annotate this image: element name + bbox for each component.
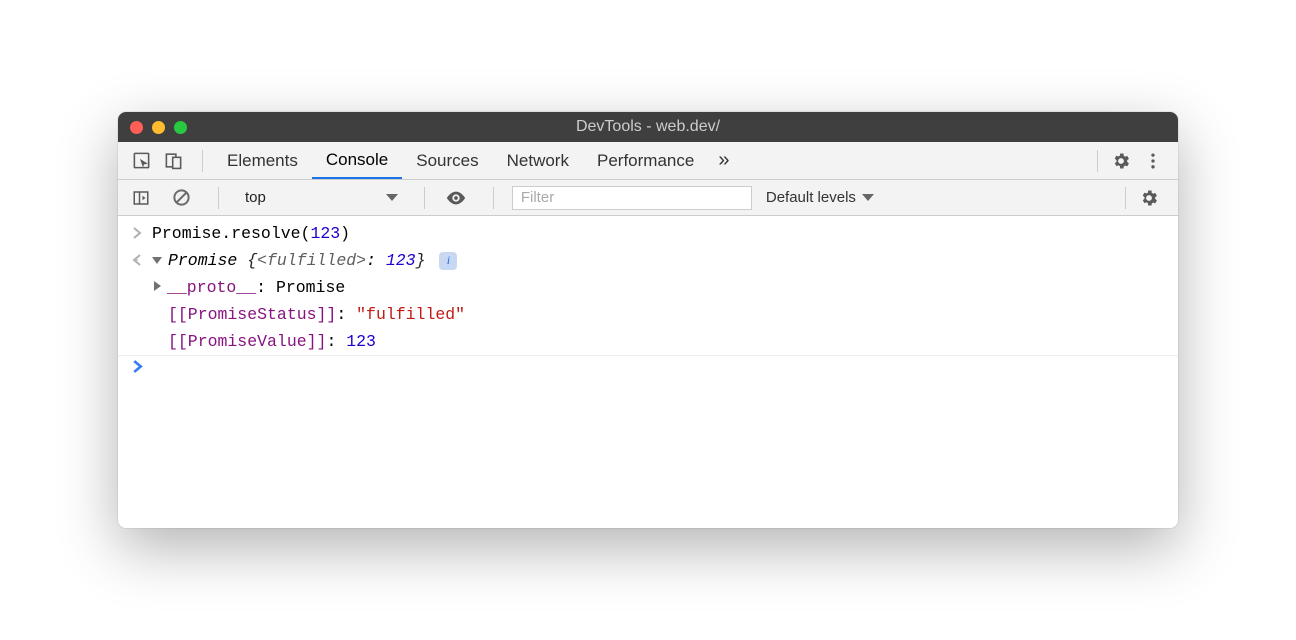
console-input-line[interactable]: Promise.resolve(123) [118, 220, 1178, 247]
context-label: top [245, 189, 266, 206]
expand-caret-icon[interactable] [152, 257, 162, 264]
divider [424, 187, 425, 209]
panel-tabbar: Elements Console Sources Network Perform… [118, 142, 1178, 180]
console-toolbar: top Default levels [118, 180, 1178, 216]
filter-input[interactable] [512, 186, 752, 210]
console-settings-icon[interactable] [1136, 185, 1162, 211]
info-badge-icon[interactable]: i [439, 252, 457, 270]
titlebar: DevTools - web.dev/ [118, 112, 1178, 142]
context-selector[interactable]: top [237, 186, 406, 210]
live-expression-icon[interactable] [443, 185, 469, 211]
console-prompt-line[interactable] [118, 356, 1178, 383]
maximize-button[interactable] [174, 121, 187, 134]
inspect-element-icon[interactable] [128, 148, 154, 174]
traffic-lights [130, 121, 187, 134]
console-status-line[interactable]: [[PromiseStatus]]: "fulfilled" [118, 301, 1178, 328]
tab-console[interactable]: Console [312, 142, 402, 179]
divider [1097, 150, 1098, 172]
tab-elements[interactable]: Elements [213, 142, 312, 179]
value-content: [[PromiseValue]]: 123 [150, 332, 376, 351]
more-tabs-icon[interactable]: » [708, 149, 739, 172]
devtools-window: DevTools - web.dev/ Elements Console Sou… [118, 112, 1178, 528]
result-content: Promise {<fulfilled>: 123} i [148, 251, 457, 270]
proto-content: __proto__: Promise [150, 278, 345, 297]
log-levels-selector[interactable]: Default levels [760, 189, 880, 206]
device-toolbar-icon[interactable] [160, 148, 186, 174]
toolbar-right [1115, 185, 1168, 211]
kebab-menu-icon[interactable] [1140, 148, 1166, 174]
minimize-button[interactable] [152, 121, 165, 134]
divider [493, 187, 494, 209]
levels-label: Default levels [766, 189, 856, 206]
prompt-caret-icon [132, 360, 148, 379]
expand-caret-icon[interactable] [154, 281, 161, 291]
divider [218, 187, 219, 209]
input-text: Promise.resolve(123) [148, 224, 350, 243]
divider [1125, 187, 1126, 209]
sidebar-toggle-icon[interactable] [128, 185, 154, 211]
console-proto-line[interactable]: __proto__: Promise [118, 274, 1178, 301]
tab-performance[interactable]: Performance [583, 142, 708, 179]
settings-icon[interactable] [1108, 148, 1134, 174]
console-result-line[interactable]: Promise {<fulfilled>: 123} i [118, 247, 1178, 274]
divider [202, 150, 203, 172]
window-title: DevTools - web.dev/ [118, 118, 1178, 136]
console-body: Promise.resolve(123) Promise {<fulfilled… [118, 216, 1178, 528]
close-button[interactable] [130, 121, 143, 134]
input-caret-icon [132, 224, 148, 243]
tab-sources[interactable]: Sources [402, 142, 492, 179]
result-caret-icon [132, 251, 148, 270]
console-value-line[interactable]: [[PromiseValue]]: 123 [118, 328, 1178, 356]
tab-network[interactable]: Network [493, 142, 583, 179]
clear-console-icon[interactable] [168, 185, 194, 211]
tabbar-right [1087, 148, 1172, 174]
chevron-down-icon [386, 194, 398, 201]
chevron-down-icon [862, 194, 874, 201]
status-content: [[PromiseStatus]]: "fulfilled" [150, 305, 465, 324]
